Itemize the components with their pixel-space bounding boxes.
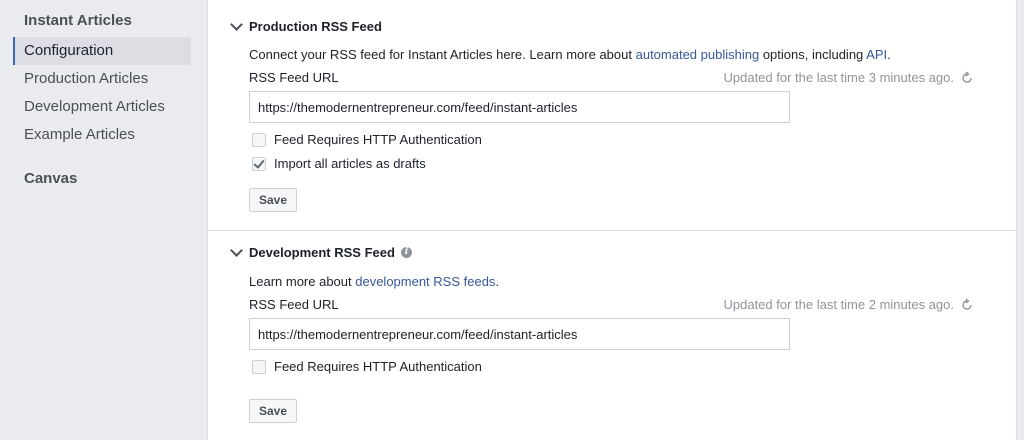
development-description: Learn more about development RSS feeds. bbox=[249, 274, 499, 289]
development-auth-label: Feed Requires HTTP Authentication bbox=[274, 359, 482, 374]
production-updated-status: Updated for the last time 3 minutes ago. bbox=[723, 70, 974, 85]
chevron-down-icon bbox=[230, 244, 243, 257]
production-description-text-end: . bbox=[887, 47, 891, 62]
development-rss-feed-title: Development RSS Feed bbox=[249, 245, 395, 260]
production-updated-text: Updated for the last time 3 minutes ago. bbox=[723, 70, 954, 85]
development-rss-feed-header[interactable]: Development RSS Feed i bbox=[230, 244, 412, 260]
production-drafts-checkbox[interactable] bbox=[252, 156, 266, 171]
main-panel: Production RSS Feed Connect your RSS fee… bbox=[207, 0, 1017, 440]
production-drafts-checkbox-row[interactable]: Import all articles as drafts bbox=[252, 156, 426, 171]
section-divider bbox=[208, 230, 1016, 231]
info-icon[interactable]: i bbox=[400, 247, 412, 258]
production-rss-url-label: RSS Feed URL bbox=[249, 70, 339, 85]
api-link[interactable]: API bbox=[866, 47, 887, 62]
production-rss-feed-header[interactable]: Production RSS Feed bbox=[230, 18, 382, 34]
development-description-text-end: . bbox=[495, 274, 500, 289]
development-description-text: Learn more about bbox=[249, 274, 356, 289]
sidebar: Instant Articles Configuration Productio… bbox=[0, 0, 207, 440]
production-save-button[interactable]: Save bbox=[249, 188, 298, 212]
development-rss-url-label: RSS Feed URL bbox=[249, 297, 339, 312]
right-gutter bbox=[1017, 0, 1024, 440]
development-auth-checkbox[interactable] bbox=[252, 359, 266, 374]
refresh-icon[interactable] bbox=[960, 297, 974, 312]
sidebar-item-example-articles[interactable]: Example Articles bbox=[13, 121, 191, 149]
development-rss-url-input[interactable] bbox=[249, 318, 790, 350]
sidebar-item-development-articles[interactable]: Development Articles bbox=[13, 93, 191, 121]
development-updated-text: Updated for the last time 2 minutes ago. bbox=[723, 297, 954, 312]
production-rss-feed-title: Production RSS Feed bbox=[249, 19, 382, 34]
sidebar-item-configuration[interactable]: Configuration bbox=[13, 37, 191, 65]
production-auth-label: Feed Requires HTTP Authentication bbox=[274, 132, 482, 147]
production-drafts-label: Import all articles as drafts bbox=[274, 156, 426, 171]
sidebar-heading-instant-articles: Instant Articles bbox=[24, 12, 132, 29]
automated-publishing-link[interactable]: automated publishing bbox=[636, 47, 760, 62]
production-description: Connect your RSS feed for Instant Articl… bbox=[249, 47, 891, 62]
production-auth-checkbox-row[interactable]: Feed Requires HTTP Authentication bbox=[252, 132, 482, 147]
production-rss-url-input[interactable] bbox=[249, 91, 790, 123]
development-auth-checkbox-row[interactable]: Feed Requires HTTP Authentication bbox=[252, 359, 482, 374]
development-rss-feeds-link[interactable]: development RSS feeds bbox=[355, 274, 495, 289]
sidebar-item-production-articles[interactable]: Production Articles bbox=[13, 65, 191, 93]
refresh-icon[interactable] bbox=[960, 70, 974, 85]
development-save-button[interactable]: Save bbox=[249, 399, 298, 423]
production-description-text: Connect your RSS feed for Instant Articl… bbox=[249, 47, 636, 62]
development-updated-status: Updated for the last time 2 minutes ago. bbox=[723, 297, 974, 312]
chevron-down-icon bbox=[230, 18, 243, 31]
production-auth-checkbox[interactable] bbox=[252, 132, 266, 147]
production-description-text-mid: options, including bbox=[759, 47, 867, 62]
sidebar-heading-canvas[interactable]: Canvas bbox=[24, 170, 77, 187]
